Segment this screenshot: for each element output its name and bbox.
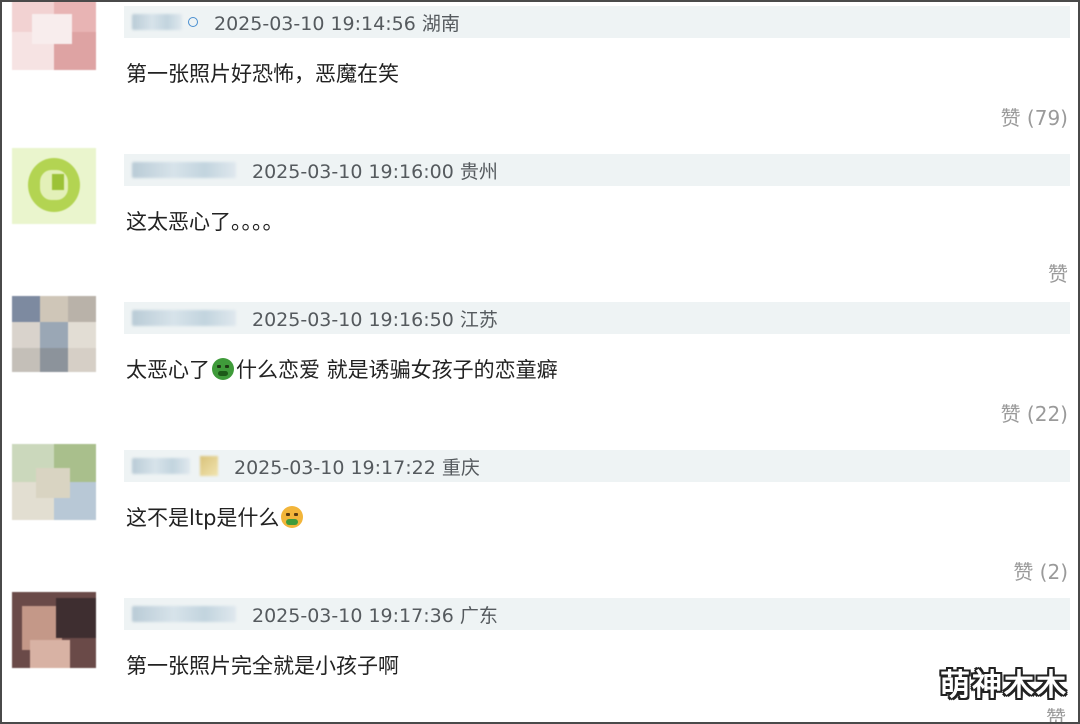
like-button[interactable]: 赞 (22) xyxy=(1001,398,1068,427)
comment-text-part: 太恶心了 xyxy=(126,358,210,382)
comment-item: 2025-03-10 19:17:36 广东 第一张照片完全就是小孩子啊 赞 xyxy=(2,592,1078,722)
username[interactable] xyxy=(132,310,236,326)
avatar[interactable] xyxy=(12,444,96,520)
comment-meta: 2025-03-10 19:16:50 江苏 xyxy=(252,308,498,331)
like-button[interactable]: 赞 (2) xyxy=(1013,556,1068,585)
comment-text: 太恶心了 什么恋爱 就是诱骗女孩子的恋童癖 xyxy=(126,354,558,384)
username[interactable] xyxy=(132,162,236,178)
comment-meta: 2025-03-10 19:17:22 重庆 xyxy=(234,456,480,479)
comment-item: 2025-03-10 19:14:56 湖南 第一张照片好恐怖，恶魔在笑 赞 (… xyxy=(2,2,1078,148)
comment-header: 2025-03-10 19:17:22 重庆 xyxy=(124,450,1070,482)
comment-header: 2025-03-10 19:16:00 贵州 xyxy=(124,154,1070,186)
comment-item: 2025-03-10 19:16:00 贵州 这太恶心了。。。。 赞 xyxy=(2,148,1078,296)
avatar[interactable] xyxy=(12,296,96,372)
comment-text: 第一张照片完全就是小孩子啊 xyxy=(126,654,399,678)
comment-header: 2025-03-10 19:14:56 湖南 xyxy=(124,6,1070,38)
avatar[interactable] xyxy=(12,2,96,70)
comment-list: 2025-03-10 19:14:56 湖南 第一张照片好恐怖，恶魔在笑 赞 (… xyxy=(0,0,1080,724)
comment-meta: 2025-03-10 19:16:00 贵州 xyxy=(252,160,498,183)
vip-badge-icon xyxy=(200,456,218,476)
comment-header: 2025-03-10 19:16:50 江苏 xyxy=(124,302,1070,334)
verified-badge-icon xyxy=(188,17,198,27)
vomiting-face-icon xyxy=(281,506,304,528)
comment-meta: 2025-03-10 19:17:36 广东 xyxy=(252,604,498,627)
avatar[interactable] xyxy=(12,592,96,668)
like-button[interactable]: 赞 xyxy=(1048,258,1068,287)
nauseated-face-icon xyxy=(212,358,234,380)
comment-text: 这太恶心了。。。。 xyxy=(126,210,284,234)
username[interactable] xyxy=(132,458,190,474)
watermark: 萌神木木 xyxy=(940,668,1068,703)
comment-text: 这不是ltp是什么 xyxy=(126,502,305,532)
like-button[interactable]: 赞 (79) xyxy=(1001,102,1068,131)
comment-text: 第一张照片好恐怖，恶魔在笑 xyxy=(126,62,399,86)
comment-header: 2025-03-10 19:17:36 广东 xyxy=(124,598,1070,630)
avatar[interactable] xyxy=(12,148,96,224)
comment-text-part: 什么恋爱 就是诱骗女孩子的恋童癖 xyxy=(236,358,558,382)
like-button[interactable]: 赞 xyxy=(1046,702,1066,722)
username[interactable] xyxy=(132,606,236,622)
comment-meta: 2025-03-10 19:14:56 湖南 xyxy=(214,12,460,35)
comment-text-part: 这不是ltp是什么 xyxy=(126,506,280,530)
comment-item: 2025-03-10 19:16:50 江苏 太恶心了 什么恋爱 就是诱骗女孩子… xyxy=(2,296,1078,444)
comment-item: 2025-03-10 19:17:22 重庆 这不是ltp是什么 赞 (2) xyxy=(2,444,1078,592)
username[interactable] xyxy=(132,14,182,30)
